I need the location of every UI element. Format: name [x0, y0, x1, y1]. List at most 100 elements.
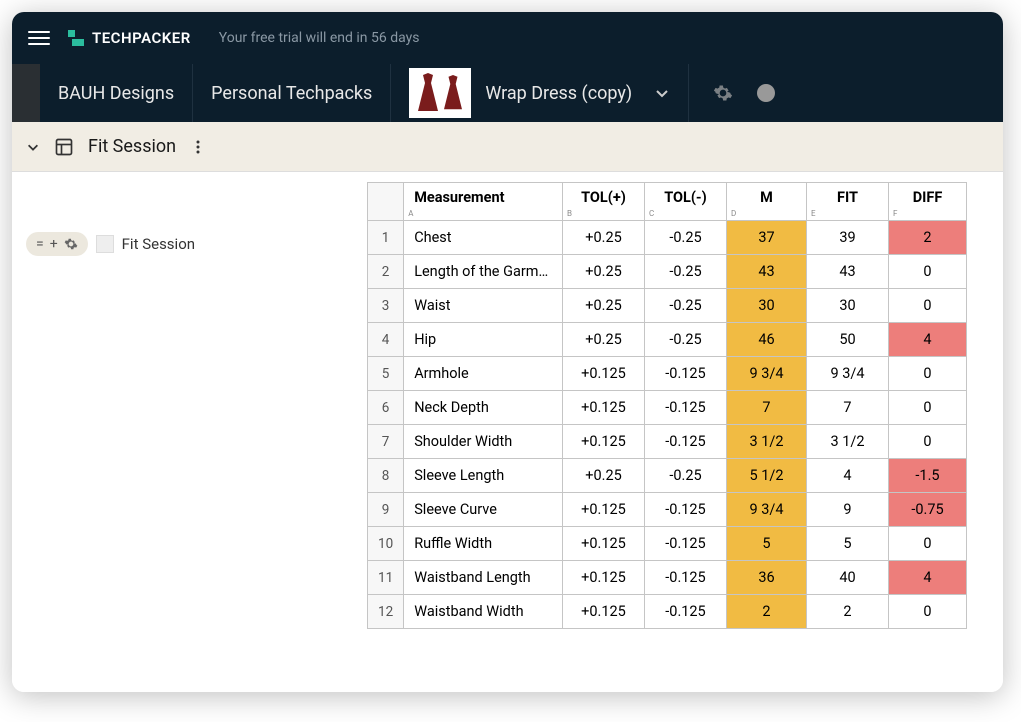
list-item-controls[interactable]: = + [26, 232, 88, 256]
cell-measurement[interactable]: Waistband Width [404, 595, 563, 629]
cell-diff[interactable]: 2 [889, 221, 967, 255]
cell-m[interactable]: 5 1/2 [727, 459, 807, 493]
drag-icon[interactable]: = [36, 236, 44, 252]
cell-fit[interactable]: 50 [807, 323, 889, 357]
cell-fit[interactable]: 2 [807, 595, 889, 629]
cell-tol-plus[interactable]: +0.125 [563, 527, 645, 561]
cell-measurement[interactable]: Neck Depth [404, 391, 563, 425]
cell-diff[interactable]: 4 [889, 323, 967, 357]
cell-tol-minus[interactable]: -0.125 [645, 527, 727, 561]
color-swatch[interactable] [96, 235, 114, 253]
cell-tol-plus[interactable]: +0.25 [563, 255, 645, 289]
cell-tol-plus[interactable]: +0.25 [563, 323, 645, 357]
cell-tol-minus[interactable]: -0.125 [645, 561, 727, 595]
cell-diff[interactable]: 0 [889, 527, 967, 561]
cell-tol-plus[interactable]: +0.125 [563, 493, 645, 527]
cell-diff[interactable]: 0 [889, 391, 967, 425]
cell-tol-minus[interactable]: -0.125 [645, 357, 727, 391]
list-item[interactable]: = + Fit Session [26, 232, 353, 256]
cell-measurement[interactable]: Ruffle Width [404, 527, 563, 561]
cell-fit[interactable]: 5 [807, 527, 889, 561]
chevron-down-icon[interactable] [26, 140, 40, 154]
cell-tol-plus[interactable]: +0.125 [563, 425, 645, 459]
cell-m[interactable]: 2 [727, 595, 807, 629]
cell-tol-minus[interactable]: -0.25 [645, 323, 727, 357]
cell-diff[interactable]: 0 [889, 357, 967, 391]
cell-m[interactable]: 9 3/4 [727, 493, 807, 527]
gear-icon[interactable] [64, 237, 78, 251]
fit-table[interactable]: MeasurementA TOL(+)B TOL(-)C MD FITE DIF… [367, 182, 967, 629]
cell-tol-minus[interactable]: -0.125 [645, 391, 727, 425]
cell-measurement[interactable]: Sleeve Curve [404, 493, 563, 527]
th-fit[interactable]: FITE [807, 183, 889, 221]
gear-icon[interactable] [713, 83, 733, 103]
table-row[interactable]: 10Ruffle Width+0.125-0.125550 [368, 527, 967, 561]
cell-tol-plus[interactable]: +0.25 [563, 459, 645, 493]
cell-m[interactable]: 43 [727, 255, 807, 289]
breadcrumb-product[interactable]: Wrap Dress (copy) [391, 64, 689, 122]
cell-m[interactable]: 9 3/4 [727, 357, 807, 391]
table-row[interactable]: 2Length of the Garment+0.25-0.2543430 [368, 255, 967, 289]
cell-fit[interactable]: 7 [807, 391, 889, 425]
cell-diff[interactable]: 0 [889, 255, 967, 289]
cell-fit[interactable]: 9 3/4 [807, 357, 889, 391]
cell-fit[interactable]: 9 [807, 493, 889, 527]
cell-diff[interactable]: -1.5 [889, 459, 967, 493]
cell-m[interactable]: 3 1/2 [727, 425, 807, 459]
table-row[interactable]: 8Sleeve Length+0.25-0.255 1/24-1.5 [368, 459, 967, 493]
cell-diff[interactable]: 4 [889, 561, 967, 595]
th-m[interactable]: MD [727, 183, 807, 221]
cell-tol-minus[interactable]: -0.25 [645, 221, 727, 255]
table-row[interactable]: 4Hip+0.25-0.2546504 [368, 323, 967, 357]
cell-measurement[interactable]: Hip [404, 323, 563, 357]
cell-measurement[interactable]: Chest [404, 221, 563, 255]
cell-m[interactable]: 37 [727, 221, 807, 255]
menu-button[interactable] [28, 31, 50, 45]
cell-fit[interactable]: 39 [807, 221, 889, 255]
cell-tol-minus[interactable]: -0.125 [645, 425, 727, 459]
breadcrumb-org[interactable]: BAUH Designs [40, 64, 193, 122]
layout-icon[interactable] [54, 137, 74, 157]
cell-fit[interactable]: 3 1/2 [807, 425, 889, 459]
table-row[interactable]: 5Armhole+0.125-0.1259 3/49 3/40 [368, 357, 967, 391]
brand-logo[interactable]: TECHPACKER [68, 29, 191, 47]
cell-tol-minus[interactable]: -0.25 [645, 459, 727, 493]
cell-m[interactable]: 36 [727, 561, 807, 595]
cell-tol-plus[interactable]: +0.125 [563, 561, 645, 595]
cell-fit[interactable]: 4 [807, 459, 889, 493]
cell-tol-plus[interactable]: +0.125 [563, 391, 645, 425]
th-diff[interactable]: DIFFF [889, 183, 967, 221]
add-icon[interactable]: + [50, 236, 58, 252]
cell-diff[interactable]: 0 [889, 595, 967, 629]
cell-tol-minus[interactable]: -0.25 [645, 289, 727, 323]
cell-fit[interactable]: 43 [807, 255, 889, 289]
cell-tol-plus[interactable]: +0.125 [563, 595, 645, 629]
cell-tol-minus[interactable]: -0.125 [645, 595, 727, 629]
cell-m[interactable]: 5 [727, 527, 807, 561]
cell-tol-plus[interactable]: +0.125 [563, 357, 645, 391]
cell-measurement[interactable]: Sleeve Length [404, 459, 563, 493]
cell-tol-plus[interactable]: +0.25 [563, 289, 645, 323]
table-row[interactable]: 3Waist+0.25-0.2530300 [368, 289, 967, 323]
cell-tol-minus[interactable]: -0.125 [645, 493, 727, 527]
more-icon[interactable] [190, 139, 206, 155]
cell-m[interactable]: 7 [727, 391, 807, 425]
cell-measurement[interactable]: Waistband Length [404, 561, 563, 595]
cell-m[interactable]: 46 [727, 323, 807, 357]
cell-measurement[interactable]: Shoulder Width [404, 425, 563, 459]
cell-measurement[interactable]: Length of the Garment [404, 255, 563, 289]
cell-m[interactable]: 30 [727, 289, 807, 323]
cell-fit[interactable]: 30 [807, 289, 889, 323]
table-row[interactable]: 11Waistband Length+0.125-0.12536404 [368, 561, 967, 595]
th-tol-plus[interactable]: TOL(+)B [563, 183, 645, 221]
cell-fit[interactable]: 40 [807, 561, 889, 595]
cell-tol-minus[interactable]: -0.25 [645, 255, 727, 289]
cell-tol-plus[interactable]: +0.25 [563, 221, 645, 255]
th-measurement[interactable]: MeasurementA [404, 183, 563, 221]
th-tol-minus[interactable]: TOL(-)C [645, 183, 727, 221]
cell-measurement[interactable]: Armhole [404, 357, 563, 391]
table-row[interactable]: 12Waistband Width+0.125-0.125220 [368, 595, 967, 629]
table-row[interactable]: 1Chest+0.25-0.2537392 [368, 221, 967, 255]
table-row[interactable]: 6Neck Depth+0.125-0.125770 [368, 391, 967, 425]
breadcrumb-category[interactable]: Personal Techpacks [193, 64, 391, 122]
